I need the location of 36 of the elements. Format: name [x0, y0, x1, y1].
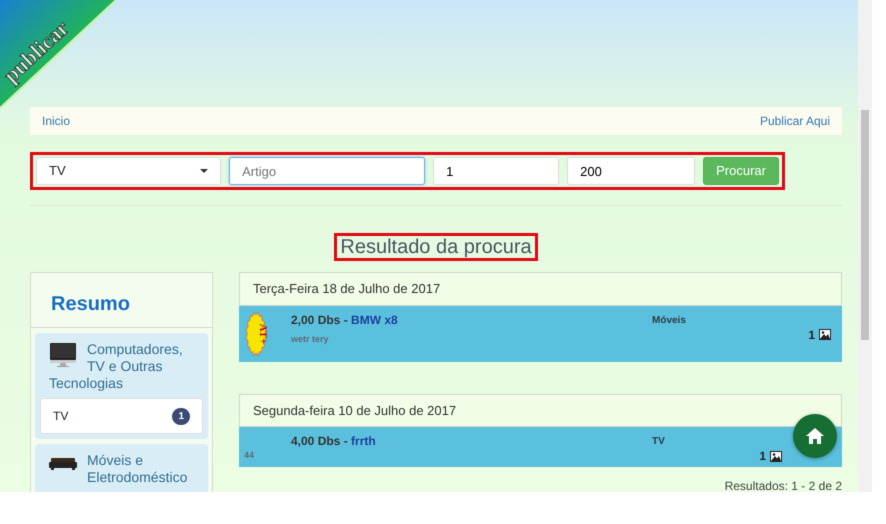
category-link[interactable]: Computadores, TV e Outras Tecnologias [49, 341, 194, 392]
count-badge: 1 [172, 408, 190, 424]
subcategory-label: TV [53, 408, 68, 425]
max-price-field[interactable]: 200 [567, 157, 696, 185]
listing-category: Móveis [652, 314, 686, 328]
image-icon [770, 450, 782, 462]
subcategory-item[interactable]: TV 1 [40, 398, 203, 434]
scrollbar[interactable] [858, 0, 872, 492]
image-icon [819, 329, 831, 340]
summary-heading: Resumo [31, 273, 212, 328]
publish-link[interactable]: Publicar Aqui [760, 112, 830, 130]
category-select[interactable]: TV [36, 157, 222, 185]
results-title: Resultado da procura [334, 233, 538, 261]
listing-link[interactable]: frrth [351, 434, 376, 448]
date-header: Segunda-feira 10 de Julho de 2017 [239, 394, 842, 427]
featured-badge: AT+ [245, 310, 267, 356]
photo-count: 1 [759, 448, 766, 465]
listing-category: TV [652, 435, 665, 449]
computer-icon [49, 343, 77, 367]
date-header: Terça-Feira 18 de Julho de 2017 [239, 272, 842, 306]
search-button[interactable]: Procurar [703, 157, 779, 185]
photo-count: 1 [808, 326, 815, 344]
listing-title: 4,00 Dbs - frrth [291, 433, 377, 450]
listing-row[interactable]: AT+ 2,00 Dbs - BMW x8 wetr tery Móveis 1 [239, 306, 842, 362]
min-price-field[interactable]: 1 [433, 157, 560, 185]
home-link[interactable]: Inicio [42, 112, 70, 130]
listing-row[interactable]: 44 4,00 Dbs - frrth TV 1 [239, 427, 842, 467]
home-icon [806, 428, 824, 444]
scrollbar-thumb[interactable] [861, 110, 869, 340]
listing-title: 2,00 Dbs - BMW x8 [291, 312, 399, 328]
caret-icon [200, 169, 208, 173]
listing-description: wetr tery [291, 332, 330, 346]
search-field[interactable]: Artigo [229, 157, 426, 185]
results-count: Resultados: 1 - 2 de 2 [724, 478, 842, 492]
listing-link[interactable]: BMW x8 [351, 312, 398, 326]
listing-code: 44 [244, 448, 254, 462]
